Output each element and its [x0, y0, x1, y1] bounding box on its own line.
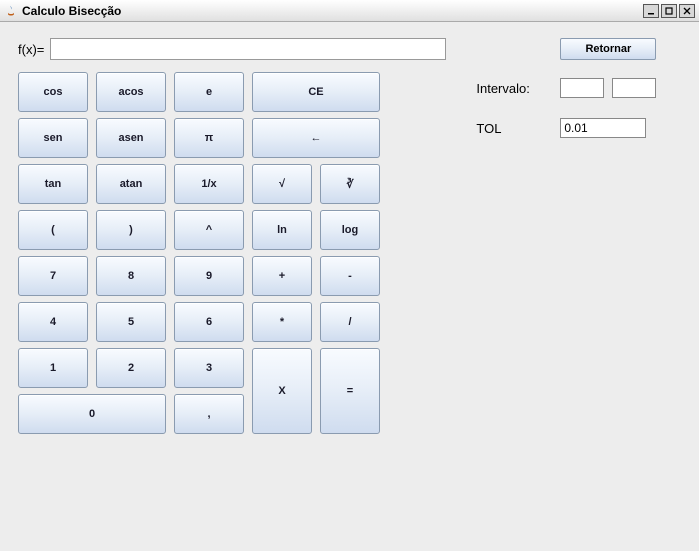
fx-input[interactable] [50, 38, 446, 60]
tol-label: TOL [476, 121, 546, 136]
intervalo-a-input[interactable] [560, 78, 604, 98]
digit-1-button[interactable]: 1 [18, 348, 88, 388]
atan-button[interactable]: atan [96, 164, 166, 204]
cos-button[interactable]: cos [18, 72, 88, 112]
rparen-button[interactable]: ) [96, 210, 166, 250]
digit-5-button[interactable]: 5 [96, 302, 166, 342]
maximize-button[interactable] [661, 4, 677, 18]
intervalo-label: Intervalo: [476, 81, 546, 96]
tan-button[interactable]: tan [18, 164, 88, 204]
intervalo-b-input[interactable] [612, 78, 656, 98]
minimize-button[interactable] [643, 4, 659, 18]
digit-3-button[interactable]: 3 [174, 348, 244, 388]
comma-button[interactable]: , [174, 394, 244, 434]
tol-input[interactable] [560, 118, 646, 138]
digit-8-button[interactable]: 8 [96, 256, 166, 296]
cbrt-button[interactable]: ∛ [320, 164, 380, 204]
lparen-button[interactable]: ( [18, 210, 88, 250]
ln-button[interactable]: ln [252, 210, 312, 250]
digit-0-button[interactable]: 0 [18, 394, 166, 434]
digit-7-button[interactable]: 7 [18, 256, 88, 296]
window-title: Calculo Bisecção [22, 4, 643, 18]
digit-2-button[interactable]: 2 [96, 348, 166, 388]
sen-button[interactable]: sen [18, 118, 88, 158]
ce-button[interactable]: CE [252, 72, 380, 112]
minus-button[interactable]: - [320, 256, 380, 296]
multiply-button[interactable]: * [252, 302, 312, 342]
retornar-button[interactable]: Retornar [560, 38, 656, 60]
close-button[interactable] [679, 4, 695, 18]
fx-label: f(x)= [18, 42, 44, 57]
asen-button[interactable]: asen [96, 118, 166, 158]
plus-button[interactable]: + [252, 256, 312, 296]
equals-button[interactable]: = [320, 348, 380, 434]
digit-9-button[interactable]: 9 [174, 256, 244, 296]
power-button[interactable]: ^ [174, 210, 244, 250]
pi-button[interactable]: π [174, 118, 244, 158]
java-icon [4, 4, 18, 18]
keypad: cos acos e CE sen asen π ← tan atan 1/x … [18, 72, 446, 434]
acos-button[interactable]: acos [96, 72, 166, 112]
backspace-button[interactable]: ← [252, 118, 380, 158]
x-button[interactable]: X [252, 348, 312, 434]
divide-button[interactable]: / [320, 302, 380, 342]
digit-6-button[interactable]: 6 [174, 302, 244, 342]
reciprocal-button[interactable]: 1/x [174, 164, 244, 204]
log-button[interactable]: log [320, 210, 380, 250]
title-bar: Calculo Bisecção [0, 0, 699, 22]
sqrt-button[interactable]: √ [252, 164, 312, 204]
digit-4-button[interactable]: 4 [18, 302, 88, 342]
e-button[interactable]: e [174, 72, 244, 112]
